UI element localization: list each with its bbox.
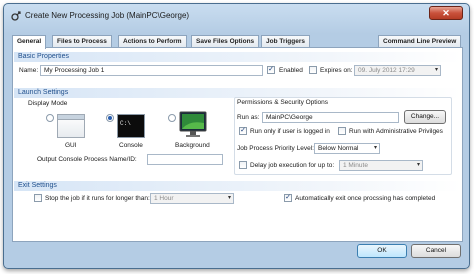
check-icon: ✓ xyxy=(268,66,274,73)
output-console-label: Output Console Process Name/ID: xyxy=(37,156,137,163)
run-as-input[interactable]: MainPC\George xyxy=(262,112,399,123)
chevron-down-icon: ▾ xyxy=(416,162,420,168)
expires-date-picker[interactable]: 09. July 2012 17:29 ▾ xyxy=(354,65,441,76)
delay-select[interactable]: 1 Minute ▾ xyxy=(339,160,423,171)
stop-job-label: Stop the job if it runs for longer than: xyxy=(45,195,150,202)
cancel-button[interactable]: Cancel xyxy=(411,244,461,258)
tab-general[interactable]: General xyxy=(12,35,47,49)
priority-label: Job Process Priority Level: xyxy=(237,145,314,152)
display-mode-label: Display Mode xyxy=(28,100,68,107)
auto-exit-checkbox[interactable]: ✓ xyxy=(284,194,292,202)
gui-window-icon[interactable] xyxy=(57,114,85,138)
check-icon: ✓ xyxy=(285,194,291,201)
console-prompt: C:\ xyxy=(120,120,131,127)
run-admin-label: Run with Administrative Privilges xyxy=(349,128,443,135)
enabled-checkbox[interactable]: ✓ xyxy=(267,66,275,74)
display-mode-console-radio[interactable] xyxy=(106,114,114,122)
run-admin-checkbox[interactable] xyxy=(338,127,346,135)
display-mode-gui-radio[interactable] xyxy=(46,114,54,122)
general-tab-panel: Basic Properties Name: My Processing Job… xyxy=(12,47,463,242)
priority-select[interactable]: Below Normal ▾ xyxy=(314,143,380,154)
background-label: Background xyxy=(175,142,210,149)
window-title: Create New Processing Job (MainPC\George… xyxy=(25,11,190,20)
check-icon: ✓ xyxy=(240,127,246,134)
app-gear-icon xyxy=(11,11,21,21)
run-logged-in-label: Run only if user is logged in xyxy=(250,128,330,135)
console-label: Console xyxy=(119,142,143,149)
background-monitor-icon[interactable] xyxy=(179,111,207,139)
delay-label: Delay job execution for up to: xyxy=(250,162,335,169)
name-label: Name: xyxy=(19,67,39,74)
expires-checkbox[interactable] xyxy=(309,66,317,74)
run-as-label: Run as: xyxy=(237,114,260,121)
auto-exit-label: Automatically exit once procssing has co… xyxy=(295,195,436,202)
delay-value: 1 Minute xyxy=(343,162,368,169)
run-logged-in-checkbox[interactable]: ✓ xyxy=(239,127,247,135)
console-window-icon[interactable]: C:\ xyxy=(117,114,145,138)
title-bar[interactable]: Create New Processing Job (MainPC\George… xyxy=(4,4,469,28)
basic-properties-header: Basic Properties xyxy=(14,52,461,62)
dialog-window: Create New Processing Job (MainPC\George… xyxy=(3,3,470,269)
permissions-header: Permissions & Security Options xyxy=(237,99,329,106)
expires-label: Expires on: xyxy=(320,67,353,74)
ok-button[interactable]: OK xyxy=(357,244,407,258)
enabled-label: Enabled xyxy=(279,67,303,74)
gui-label: GUI xyxy=(65,142,77,149)
display-mode-background-radio[interactable] xyxy=(168,114,176,122)
chevron-down-icon: ▾ xyxy=(434,67,438,73)
chevron-down-icon: ▾ xyxy=(373,145,377,151)
expires-date-value: 09. July 2012 17:29 xyxy=(358,67,415,74)
exit-settings-header: Exit Settings xyxy=(14,181,461,191)
chevron-down-icon: ▾ xyxy=(227,195,231,201)
name-input[interactable]: My Processing Job 1 xyxy=(40,65,263,76)
output-console-input[interactable] xyxy=(147,154,223,165)
change-user-button[interactable]: Change... xyxy=(404,110,446,124)
priority-value: Below Normal xyxy=(318,145,359,152)
delay-checkbox[interactable] xyxy=(239,161,247,169)
close-button[interactable]: ✕ xyxy=(429,6,463,20)
stop-job-select[interactable]: 1 Hour ▾ xyxy=(150,193,234,204)
stop-job-value: 1 Hour xyxy=(154,195,174,202)
stop-job-checkbox[interactable] xyxy=(34,194,42,202)
